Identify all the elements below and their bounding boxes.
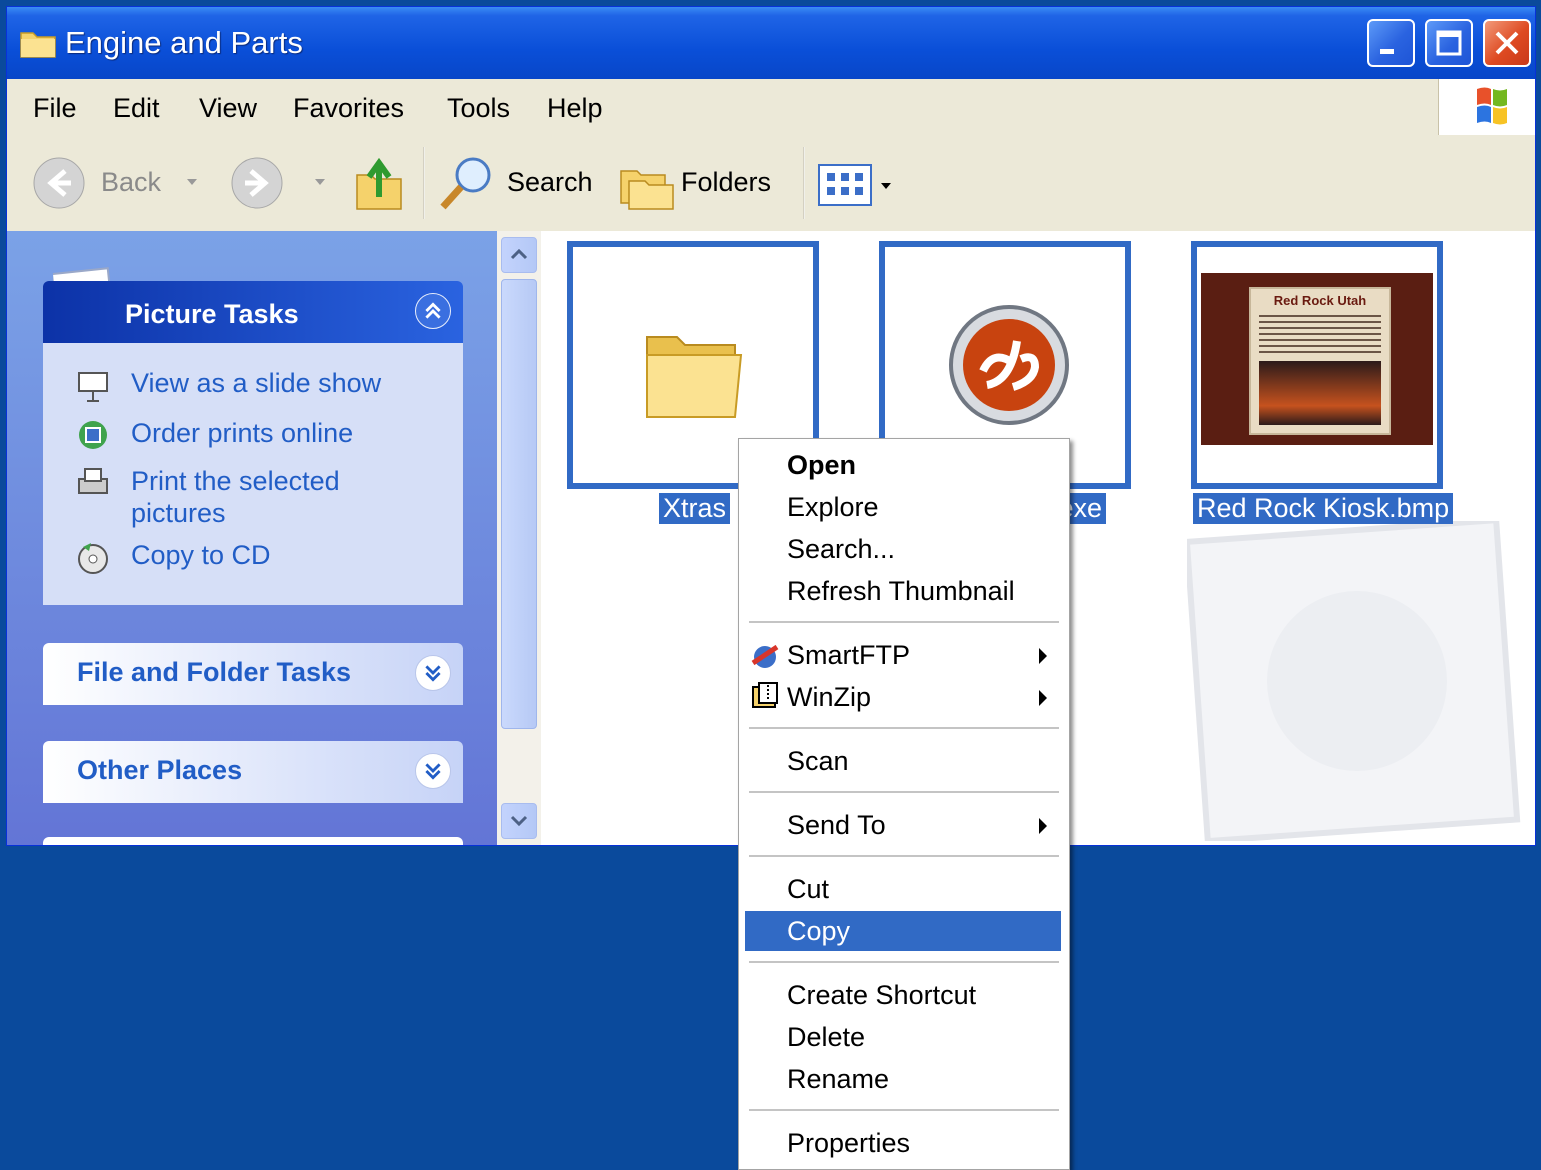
submenu-arrow-icon	[1039, 648, 1047, 664]
menu-bar: File Edit View Favorites Tools Help	[7, 79, 1535, 136]
menu-edit[interactable]: Edit	[113, 93, 160, 124]
minimize-button[interactable]	[1367, 19, 1415, 67]
back-dropdown-icon	[187, 179, 197, 185]
picture-tasks-title: Picture Tasks	[125, 299, 299, 329]
task-pane-scrollbar[interactable]	[497, 231, 541, 845]
cd-icon	[78, 543, 108, 574]
menu-item-copy[interactable]: Copy	[745, 911, 1061, 951]
windows-logo	[1438, 79, 1535, 135]
menu-item-create-shortcut[interactable]: Create Shortcut	[745, 975, 1061, 1015]
printer-icon	[78, 468, 108, 494]
minimize-icon	[1380, 49, 1394, 54]
file-name: Red Rock Kiosk.bmp	[1193, 493, 1454, 524]
menu-item-properties[interactable]: Properties	[745, 1123, 1061, 1163]
menu-view[interactable]: View	[199, 93, 257, 124]
windows-flag-icon	[1477, 87, 1507, 125]
menu-separator	[749, 791, 1059, 793]
other-places-title: Other Places	[77, 755, 243, 785]
menu-file[interactable]: File	[33, 93, 77, 124]
submenu-arrow-icon	[1039, 818, 1047, 834]
other-places-header[interactable]: Other Places	[43, 741, 463, 803]
forward-dropdown-icon	[315, 179, 325, 185]
close-icon	[1495, 31, 1519, 55]
context-menu: Open Explore Search... Refresh Thumbnail…	[738, 438, 1070, 1170]
file-folder-tasks-header[interactable]: File and Folder Tasks	[43, 643, 463, 705]
toolbar-separator	[803, 147, 805, 219]
scroll-down-button[interactable]	[501, 803, 537, 839]
slideshow-icon	[78, 372, 108, 402]
smartftp-icon	[751, 644, 779, 668]
thumb-title: Red Rock Utah	[1273, 293, 1367, 308]
menu-help[interactable]: Help	[547, 93, 603, 124]
views-icon	[818, 164, 872, 206]
scroll-thumb[interactable]	[501, 279, 537, 729]
picture-tasks-header[interactable]: Picture Tasks	[43, 281, 463, 343]
picture-tasks-body: View as a slide show Order prints online…	[43, 343, 463, 605]
menu-item-scan[interactable]: Scan	[745, 741, 1061, 781]
scroll-up-button[interactable]	[501, 237, 537, 273]
menu-item-open[interactable]: Open	[745, 445, 1061, 485]
file-folder-tasks-title: File and Folder Tasks	[77, 657, 352, 687]
toolbar-separator	[423, 147, 425, 219]
menu-item-winzip[interactable]: WinZip	[745, 677, 1061, 717]
menu-item-send-to[interactable]: Send To	[745, 805, 1061, 845]
expand-icon[interactable]	[415, 655, 451, 691]
menu-item-explore[interactable]: Explore	[745, 487, 1061, 527]
menu-item-search[interactable]: Search...	[745, 529, 1061, 569]
menu-item-rename[interactable]: Rename	[745, 1059, 1061, 1099]
back-arrow-icon	[33, 157, 85, 209]
menu-item-cut[interactable]: Cut	[745, 869, 1061, 909]
search-label: Search	[507, 167, 593, 197]
menu-item-refresh-thumbnail[interactable]: Refresh Thumbnail	[745, 571, 1061, 611]
submenu-arrow-icon	[1039, 690, 1047, 706]
menu-favorites[interactable]: Favorites	[293, 93, 404, 124]
maximize-icon	[1436, 30, 1462, 56]
menu-tools[interactable]: Tools	[447, 93, 510, 124]
search-icon	[440, 157, 491, 210]
folders-button[interactable]: Folders	[617, 153, 787, 213]
task-pane: Picture Tasks View as a slide show Order…	[7, 231, 497, 845]
back-label: Back	[101, 167, 162, 197]
watermark-picture-icon	[1187, 521, 1521, 841]
expand-icon[interactable]	[415, 753, 451, 789]
search-button[interactable]: Search	[437, 153, 607, 213]
globe-prints-icon	[79, 421, 107, 449]
menu-separator	[749, 855, 1059, 857]
up-folder-icon[interactable]	[351, 153, 407, 213]
menu-separator	[749, 727, 1059, 729]
menu-separator	[749, 961, 1059, 963]
details-panel-header[interactable]	[43, 837, 463, 845]
back-button[interactable]: Back	[31, 155, 201, 211]
folders-icon	[620, 170, 674, 210]
toolbar: Back Search Folders	[7, 135, 1535, 232]
folder-icon	[20, 32, 56, 58]
menu-separator	[749, 1109, 1059, 1111]
bmp-thumbnail: Red Rock Utah	[1191, 241, 1443, 489]
title-bar[interactable]: Engine and Parts	[7, 7, 1535, 79]
collapse-icon[interactable]	[415, 293, 451, 329]
forward-arrow-icon	[231, 157, 283, 209]
forward-button[interactable]	[229, 155, 329, 211]
menu-item-delete[interactable]: Delete	[745, 1017, 1061, 1057]
views-button[interactable]	[817, 161, 907, 209]
chevron-down-icon	[510, 815, 528, 827]
winzip-icon	[752, 682, 778, 708]
close-button[interactable]	[1483, 19, 1531, 67]
menu-item-smartftp[interactable]: SmartFTP	[745, 635, 1061, 675]
file-name: Xtras	[659, 493, 731, 524]
folders-label: Folders	[681, 167, 772, 197]
window-title: Engine and Parts	[65, 25, 303, 60]
bitmap-preview-image: Red Rock Utah	[1201, 273, 1433, 445]
views-dropdown-icon	[881, 183, 891, 189]
menu-separator	[749, 621, 1059, 623]
maximize-button[interactable]	[1425, 19, 1473, 67]
chevron-up-icon	[510, 248, 528, 260]
